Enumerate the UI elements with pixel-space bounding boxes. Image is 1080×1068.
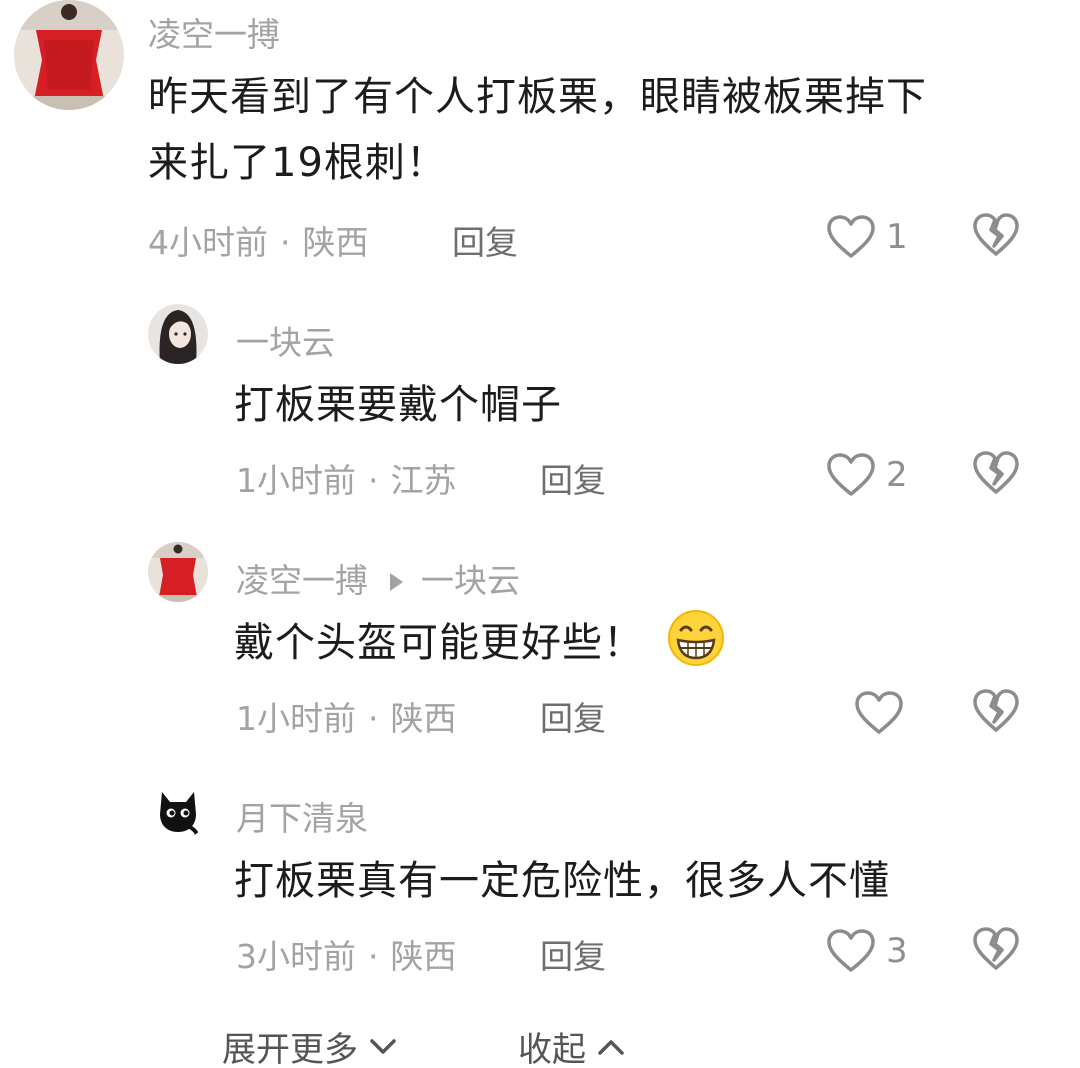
timestamp: 3小时前 <box>236 937 356 976</box>
collapse-button[interactable]: 收起 <box>518 1022 626 1068</box>
chevron-up-icon <box>598 1039 624 1055</box>
like-count: 1 <box>886 217 908 257</box>
separator: · <box>368 937 379 976</box>
anime-girl-avatar-image <box>148 304 208 364</box>
comment-meta: 4小时前 · 陕西 <box>148 216 369 264</box>
like-count: 3 <box>886 931 908 971</box>
grinning-face-emoji <box>666 608 726 688</box>
comment-text: 戴个头盔可能更好些！ <box>234 608 1024 688</box>
comment-meta: 1小时前 · 陕西 <box>236 692 457 740</box>
timestamp: 1小时前 <box>236 699 356 738</box>
comment-text-line: 来扎了19根刺！ <box>148 140 447 186</box>
avatar[interactable] <box>148 304 208 364</box>
dislike-button[interactable] <box>972 926 1020 976</box>
expand-more-label: 展开更多 <box>222 1030 358 1068</box>
collapse-label: 收起 <box>518 1030 586 1068</box>
broken-heart-icon <box>973 927 1019 970</box>
broken-heart-icon <box>973 689 1019 732</box>
username[interactable]: 凌空一搏 <box>236 561 368 600</box>
heart-outline-icon <box>827 929 875 972</box>
like-button[interactable]: 1 <box>826 212 908 262</box>
comment-meta: 3小时前 · 陕西 <box>236 930 457 978</box>
avatar[interactable] <box>148 542 208 602</box>
broken-heart-icon <box>973 451 1019 494</box>
reply-button[interactable]: 回复 <box>540 454 606 502</box>
avatar[interactable] <box>148 780 208 840</box>
reply-button[interactable]: 回复 <box>452 216 518 264</box>
timestamp: 4小时前 <box>148 223 268 262</box>
like-button[interactable]: 3 <box>826 926 908 976</box>
like-button[interactable]: 2 <box>826 450 908 500</box>
red-dress-avatar-image <box>148 542 208 602</box>
black-cat-avatar-image <box>148 780 208 840</box>
location: 陕西 <box>390 937 457 976</box>
reply-button[interactable]: 回复 <box>540 930 606 978</box>
username[interactable]: 一块云 <box>236 316 335 364</box>
heart-outline-icon <box>827 215 875 258</box>
reply-header: 凌空一搏 一块云 <box>236 554 520 602</box>
reply-to-username[interactable]: 一块云 <box>421 561 520 600</box>
comment-text-line: 昨天看到了有个人打板栗，眼睛被板栗掉下 <box>148 74 927 120</box>
location: 陕西 <box>302 223 369 262</box>
reply-arrow-icon <box>390 572 403 591</box>
expand-more-button[interactable]: 展开更多 <box>222 1022 398 1068</box>
username[interactable]: 凌空一搏 <box>148 8 280 56</box>
broken-heart-icon <box>973 213 1019 256</box>
like-count: 2 <box>886 455 908 495</box>
timestamp: 1小时前 <box>236 461 356 500</box>
comment-meta: 1小时前 · 江苏 <box>236 454 457 502</box>
username[interactable]: 月下清泉 <box>236 792 368 840</box>
comment-text: 打板栗要戴个帽子 <box>234 382 562 428</box>
location: 江苏 <box>390 461 457 500</box>
dislike-button[interactable] <box>972 688 1020 738</box>
location: 陕西 <box>390 699 457 738</box>
dislike-button[interactable] <box>972 212 1020 262</box>
separator: · <box>280 223 291 262</box>
avatar[interactable] <box>14 0 124 110</box>
dislike-button[interactable] <box>972 450 1020 500</box>
reply-button[interactable]: 回复 <box>540 692 606 740</box>
chevron-down-icon <box>370 1038 396 1054</box>
comment-thread: 凌空一搏 昨天看到了有个人打板栗，眼睛被板栗掉下 来扎了19根刺！ 4小时前 · 陕… <box>0 0 1080 1068</box>
separator: · <box>368 699 379 738</box>
heart-outline-icon <box>827 453 875 496</box>
separator: · <box>368 461 379 500</box>
comment-text: 昨天看到了有个人打板栗，眼睛被板栗掉下 来扎了19根刺！ <box>148 64 1028 196</box>
like-button[interactable] <box>854 688 914 738</box>
heart-outline-icon <box>855 691 903 734</box>
comment-text: 打板栗真有一定危险性，很多人不懂 <box>234 858 890 904</box>
comment-text-body: 戴个头盔可能更好些！ <box>234 620 644 666</box>
red-dress-avatar-image <box>14 0 124 110</box>
